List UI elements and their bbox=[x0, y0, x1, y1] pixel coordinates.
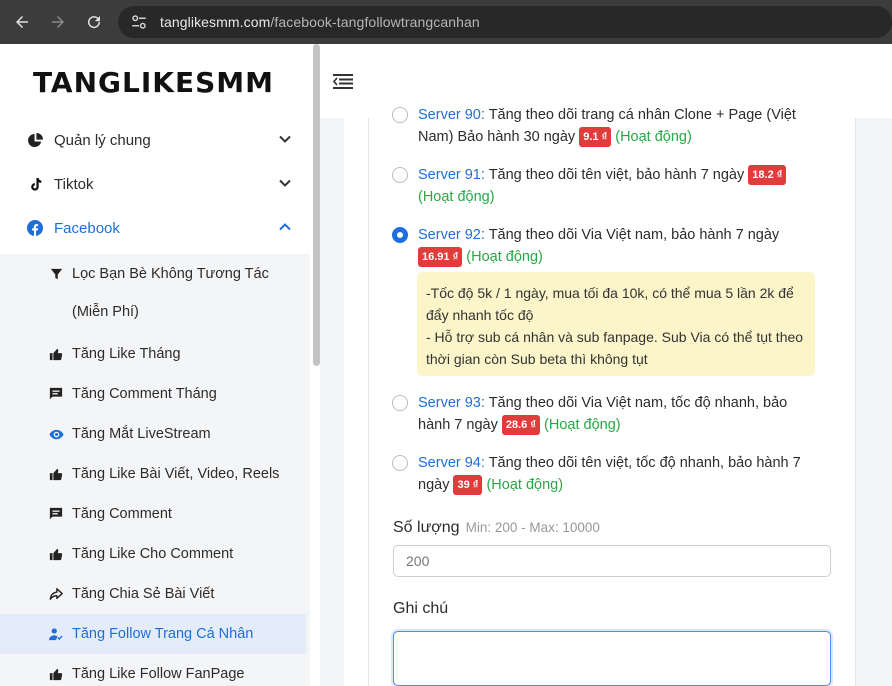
comment-icon bbox=[48, 386, 64, 402]
arrow-left-icon bbox=[16, 16, 28, 28]
sidebar-scrollbar[interactable] bbox=[313, 44, 320, 366]
comment-icon bbox=[48, 506, 64, 522]
sidebar-item-follow-trang-ca-nhan[interactable]: Tăng Follow Trang Cá Nhân bbox=[0, 614, 306, 654]
forward-button[interactable] bbox=[46, 10, 70, 34]
server-name: Server 90: bbox=[418, 107, 485, 123]
address-bar[interactable]: tanglikesmm.com/facebook-tangfollowtrang… bbox=[118, 6, 892, 38]
sidebar-item-label: Lọc Bạn Bè Không Tương Tác bbox=[72, 266, 269, 282]
chevron-down-icon bbox=[279, 135, 291, 143]
sidebar-item-label: Tăng Like Follow FanPage bbox=[72, 666, 245, 682]
price-badge: 39 ₫ bbox=[453, 475, 483, 496]
sidebar-item-label-cont[interactable]: (Miễn Phí) bbox=[72, 304, 139, 320]
server-option-94[interactable]: Server 94: Tăng theo dõi tên việt, tốc đ… bbox=[392, 452, 822, 496]
sidebar-item-like-thang[interactable]: Tăng Like Tháng bbox=[0, 334, 306, 374]
sidebar-item-label: Tăng Chia Sẻ Bài Viết bbox=[72, 586, 215, 602]
quantity-value: 200 bbox=[406, 553, 430, 569]
server-desc: Tăng theo dõi tên việt, bảo hành 7 ngày bbox=[488, 167, 745, 183]
chart-pie-icon bbox=[26, 131, 44, 149]
browser-toolbar: tanglikesmm.com/facebook-tangfollowtrang… bbox=[0, 0, 892, 44]
sidebar-item-comment[interactable]: Tăng Comment bbox=[0, 494, 306, 534]
sidebar-item-label: Tăng Comment Tháng bbox=[72, 386, 217, 402]
thumbs-up-icon bbox=[48, 546, 64, 562]
server-name: Server 91: bbox=[418, 167, 485, 183]
status-text: (Hoạt động) bbox=[486, 477, 564, 493]
sidebar: TANGLIKESMM Quản lý chung Tiktok Faceboo… bbox=[0, 44, 320, 686]
share-icon bbox=[48, 586, 64, 602]
sidebar-item-loc-ban-be[interactable]: Lọc Bạn Bè Không Tương Tác bbox=[0, 254, 306, 294]
sidebar-item-like-bai-viet[interactable]: Tăng Like Bài Viết, Video, Reels bbox=[0, 454, 306, 494]
server-option-92[interactable]: Server 92: Tăng theo dõi Via Việt nam, b… bbox=[392, 224, 822, 268]
menu-facebook[interactable]: Facebook bbox=[0, 208, 310, 248]
thumbs-up-icon bbox=[48, 666, 64, 682]
server-name: Server 94: bbox=[418, 455, 485, 471]
menu-label: Tiktok bbox=[54, 175, 94, 193]
server-option-93[interactable]: Server 93: Tăng theo dõi Via Việt nam, t… bbox=[392, 392, 822, 436]
server-name: Server 93: bbox=[418, 395, 485, 411]
price-badge: 9.1 ₫ bbox=[579, 127, 612, 148]
sidebar-item-label: Tăng Comment bbox=[72, 506, 172, 522]
facebook-submenu: Lọc Bạn Bè Không Tương Tác (Miễn Phí) Tă… bbox=[0, 254, 310, 686]
sidebar-item-comment-thang[interactable]: Tăng Comment Tháng bbox=[0, 374, 306, 414]
sidebar-item-chia-se[interactable]: Tăng Chia Sẻ Bài Viết bbox=[0, 574, 306, 614]
thumbs-up-icon bbox=[48, 466, 64, 482]
menu-tiktok[interactable]: Tiktok bbox=[0, 164, 310, 204]
server-name: Server 92: bbox=[418, 227, 485, 243]
thumbs-up-icon bbox=[48, 346, 64, 362]
sidebar-item-label: Tăng Like Tháng bbox=[72, 346, 181, 362]
quantity-hint: Min: 200 - Max: 10000 bbox=[465, 520, 600, 535]
note-line: -Tốc độ 5k / 1 ngày, mua tối đa 10k, có … bbox=[426, 285, 794, 323]
arrow-right-icon bbox=[52, 16, 64, 28]
server-radio[interactable] bbox=[392, 107, 408, 123]
status-text: (Hoạt động) bbox=[418, 189, 495, 205]
reload-icon bbox=[88, 16, 101, 29]
filter-icon bbox=[48, 266, 64, 282]
note-label: Ghi chú bbox=[393, 600, 449, 617]
back-button[interactable] bbox=[10, 10, 34, 34]
menu-label: Quản lý chung bbox=[54, 131, 151, 149]
url-path: /facebook-tangfollowtrangcanhan bbox=[270, 14, 480, 30]
menu-label: Facebook bbox=[54, 219, 120, 237]
quantity-label: Số lượng bbox=[393, 519, 460, 536]
menu-quan-ly-chung[interactable]: Quản lý chung bbox=[0, 120, 310, 160]
chevron-down-icon bbox=[279, 179, 291, 187]
url-domain: tanglikesmm.com bbox=[160, 14, 271, 30]
sidebar-item-label: Tăng Like Cho Comment bbox=[72, 546, 234, 562]
server-option-90[interactable]: Server 90: Tăng theo dõi trang cá nhân C… bbox=[392, 104, 822, 148]
note-textarea[interactable] bbox=[393, 631, 831, 686]
sidebar-item-mat-livestream[interactable]: Tăng Mắt LiveStream bbox=[0, 414, 306, 454]
server-radio[interactable] bbox=[392, 395, 408, 411]
status-text: (Hoạt động) bbox=[615, 129, 692, 145]
server-radio-selected[interactable] bbox=[392, 227, 408, 243]
status-text: (Hoạt động) bbox=[466, 249, 543, 265]
tiktok-icon bbox=[26, 175, 44, 193]
note-line: - Hỗ trợ sub cá nhân và sub fanpage. Sub… bbox=[426, 329, 804, 367]
server-desc: Tăng theo dõi Via Việt nam, bảo hành 7 n… bbox=[488, 227, 780, 243]
chevron-up-icon bbox=[279, 223, 291, 231]
sidebar-item-label: Tăng Like Bài Viết, Video, Reels bbox=[72, 466, 280, 482]
price-badge: 16.91 ₫ bbox=[418, 247, 463, 268]
server-option-91[interactable]: Server 91: Tăng theo dõi tên việt, bảo h… bbox=[392, 164, 822, 208]
status-text: (Hoạt động) bbox=[544, 417, 621, 433]
sidebar-item-like-comment[interactable]: Tăng Like Cho Comment bbox=[0, 534, 306, 574]
brand-logo[interactable]: TANGLIKESMM bbox=[33, 66, 274, 99]
sidebar-item-label: Tăng Follow Trang Cá Nhân bbox=[72, 626, 254, 642]
sidebar-item-like-follow-fanpage[interactable]: Tăng Like Follow FanPage bbox=[0, 654, 306, 686]
server-radio[interactable] bbox=[392, 167, 408, 183]
user-follow-icon bbox=[48, 626, 64, 642]
price-badge: 28.6 ₫ bbox=[501, 415, 540, 436]
server-note: -Tốc độ 5k / 1 ngày, mua tối đa 10k, có … bbox=[417, 272, 815, 376]
quantity-input[interactable]: 200 bbox=[393, 545, 831, 577]
site-settings-icon[interactable] bbox=[130, 13, 148, 31]
menu-toggle-icon[interactable] bbox=[333, 72, 353, 90]
facebook-icon bbox=[26, 219, 44, 237]
sidebar-item-label: Tăng Mắt LiveStream bbox=[72, 426, 211, 442]
server-radio[interactable] bbox=[392, 455, 408, 471]
reload-button[interactable] bbox=[82, 10, 106, 34]
url-text: tanglikesmm.com/facebook-tangfollowtrang… bbox=[160, 14, 480, 30]
price-badge: 18.2 ₫ bbox=[748, 165, 787, 186]
eye-icon bbox=[48, 426, 64, 442]
quantity-label-row: Số lượng Min: 200 - Max: 10000 bbox=[393, 519, 600, 537]
